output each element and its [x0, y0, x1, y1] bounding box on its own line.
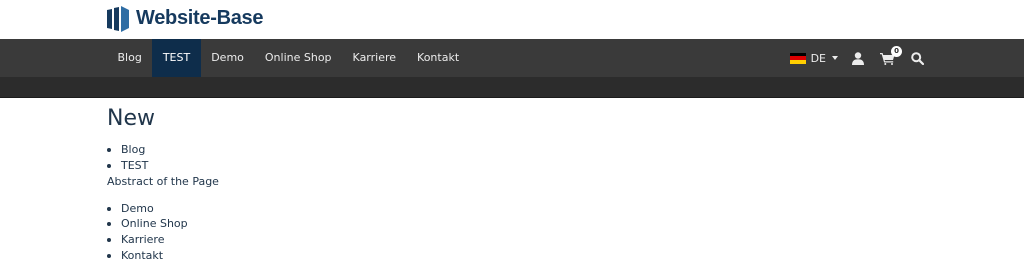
nav-item-karriere[interactable]: Karriere [342, 39, 406, 77]
nav-menu: Blog TEST Demo Online Shop Karriere Kont… [107, 39, 470, 77]
main-content: New Blog TEST Abstract of the Page Demo … [107, 104, 907, 263]
list-item-online-shop[interactable]: Online Shop [107, 216, 907, 232]
main-navbar: Blog TEST Demo Online Shop Karriere Kont… [0, 39, 1024, 77]
list-item-kontakt[interactable]: Kontakt [107, 248, 907, 264]
user-icon[interactable] [852, 51, 864, 65]
page-abstract: Abstract of the Page [107, 175, 219, 189]
nav-item-online-shop[interactable]: Online Shop [254, 39, 342, 77]
list-item-test[interactable]: TEST [107, 158, 907, 174]
logo-text: Website-Base [136, 7, 264, 29]
flag-de-icon [789, 52, 806, 64]
cart-icon[interactable]: 0 [880, 45, 902, 65]
list-item-demo[interactable]: Demo [107, 201, 907, 217]
logo-mark-icon [107, 5, 129, 32]
language-selector[interactable]: DE [789, 51, 838, 65]
cart-count-badge: 0 [891, 45, 902, 57]
page-list-top: Blog TEST [107, 142, 907, 173]
page-title: New [107, 106, 155, 131]
nav-item-test[interactable]: TEST [152, 39, 201, 77]
page-list-bottom: Demo Online Shop Karriere Kontakt [107, 201, 907, 263]
list-item-blog[interactable]: Blog [107, 142, 907, 158]
nav-item-kontakt[interactable]: Kontakt [407, 39, 470, 77]
language-code: DE [810, 51, 826, 65]
site-logo[interactable]: Website-Base [107, 5, 264, 32]
list-item-karriere[interactable]: Karriere [107, 232, 907, 248]
chevron-down-icon [832, 56, 838, 60]
nav-tools: DE 0 [789, 39, 924, 77]
search-icon[interactable] [911, 51, 924, 65]
site-header: Website-Base [0, 0, 1024, 39]
nav-item-demo[interactable]: Demo [201, 39, 255, 77]
nav-item-blog[interactable]: Blog [107, 39, 152, 77]
sub-navbar [0, 77, 1024, 98]
